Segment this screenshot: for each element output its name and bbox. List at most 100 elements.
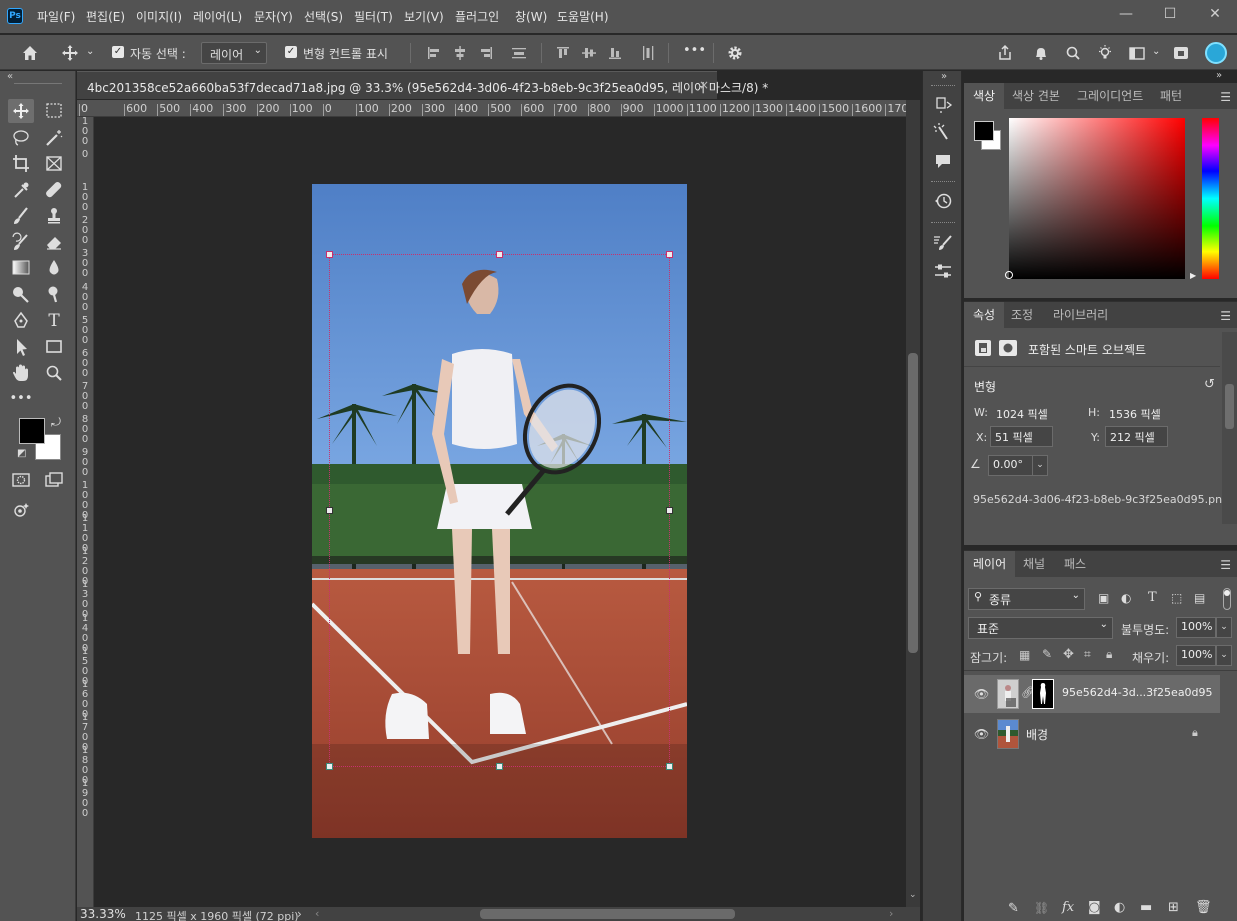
foreground-color-swatch[interactable] (19, 418, 45, 444)
zoom-level[interactable]: 33.33% (80, 907, 126, 921)
properties-sliders-icon[interactable] (931, 259, 955, 283)
reset-transform-icon[interactable]: ↺ (1204, 377, 1215, 392)
blend-mode-dropdown[interactable]: 표준 ⌄ (968, 617, 1113, 639)
blur-tool-icon[interactable] (41, 256, 67, 280)
layer-row[interactable]: 👁︎ 배경 🔒︎ (964, 715, 1220, 753)
align-vertical-center-icon[interactable] (579, 43, 599, 63)
menu-edit[interactable]: 편집(E) (86, 8, 125, 25)
hand-tool-icon[interactable] (8, 361, 34, 385)
crop-tool-icon[interactable] (8, 152, 34, 176)
distribute-icon[interactable] (509, 43, 529, 63)
zoom-search-icon[interactable] (41, 282, 67, 306)
lock-all-icon[interactable]: 🔒︎ (1106, 647, 1112, 662)
eyedropper-tool-icon[interactable] (8, 178, 34, 202)
tab-gradients[interactable]: 그레이디언트 (1068, 83, 1152, 109)
lightbulb-icon[interactable] (1095, 43, 1115, 63)
adjustment-layer-icon[interactable]: ◐ (1114, 900, 1125, 915)
filter-adjustment-icon[interactable]: ◐ (1121, 591, 1131, 605)
transform-handle[interactable] (496, 251, 503, 258)
rectangle-tool-icon[interactable] (41, 335, 67, 359)
menu-image[interactable]: 이미지(I) (136, 8, 182, 25)
panel-menu-icon[interactable]: ☰ (1220, 309, 1231, 323)
lock-transparent-pixels-icon[interactable]: ▦ (1019, 648, 1030, 662)
tab-patterns[interactable]: 패턴 (1151, 83, 1191, 109)
collapse-icon[interactable]: « (7, 71, 13, 82)
width-value[interactable]: 1024 픽셀 (996, 406, 1048, 422)
transform-handle[interactable] (326, 763, 333, 770)
eraser-tool-icon[interactable] (41, 230, 67, 254)
y-position-input[interactable]: 212 픽셀 (1105, 426, 1168, 447)
scroll-right-icon[interactable]: › (889, 907, 893, 920)
menu-view[interactable]: 보기(V) (404, 8, 444, 25)
fill-dropdown-icon[interactable]: ⌄ (1216, 645, 1232, 666)
layer-effects-icon[interactable]: fx (1062, 900, 1074, 915)
angle-dropdown-icon[interactable]: ⌄ (1032, 455, 1048, 476)
screen-mode-icon[interactable] (41, 468, 67, 492)
brush-link-icon[interactable]: ✎ (1008, 901, 1019, 916)
menu-type[interactable]: 문자(Y) (254, 8, 293, 25)
transform-handle[interactable] (326, 251, 333, 258)
height-value[interactable]: 1536 픽셀 (1109, 406, 1161, 422)
marquee-tool-icon[interactable] (41, 99, 67, 123)
menu-help[interactable]: 도움말(H) (557, 8, 609, 25)
tab-libraries[interactable]: 라이브러리 (1044, 302, 1117, 328)
status-menu-arrow-icon[interactable]: › (297, 907, 302, 921)
tool-preset-chevron-icon[interactable]: ⌄ (86, 46, 94, 57)
layer-name[interactable]: 배경 (1026, 726, 1048, 743)
path-selection-tool-icon[interactable] (8, 335, 34, 359)
dodge-tool-icon[interactable] (8, 282, 34, 306)
document-tab[interactable]: 4bc201358ce52a660ba53f7decad71a8.jpg @ 3… (77, 71, 768, 99)
filter-pixel-icon[interactable]: ▣ (1098, 591, 1109, 605)
new-layer-icon[interactable]: ⊞ (1168, 900, 1179, 915)
visibility-eye-icon[interactable]: 👁︎ (974, 727, 989, 741)
foreground-color-swatch[interactable] (974, 121, 994, 141)
magic-wand-tool-icon[interactable] (41, 126, 67, 150)
generative-fill-icon[interactable] (8, 498, 34, 522)
new-group-icon[interactable]: ▬ (1140, 900, 1152, 915)
tab-paths[interactable]: 패스 (1055, 551, 1095, 577)
default-colors-icon[interactable]: ◩ (17, 448, 26, 459)
align-left-icon[interactable] (424, 43, 444, 63)
canvas-area[interactable] (94, 117, 906, 907)
show-transform-controls-checkbox[interactable]: ✓ (285, 46, 297, 58)
gear-icon[interactable] (725, 43, 745, 63)
lock-artboard-icon[interactable]: ⌗ (1084, 647, 1091, 662)
layer-mask-thumbnail[interactable] (1032, 679, 1054, 709)
hue-slider[interactable] (1202, 118, 1219, 279)
type-tool-icon[interactable]: T (41, 309, 67, 333)
transform-handle[interactable] (666, 763, 673, 770)
close-document-button[interactable]: × (699, 78, 709, 92)
add-mask-icon[interactable]: ◙ (1088, 900, 1101, 915)
transform-bounding-box[interactable] (329, 254, 670, 767)
ruler-horizontal[interactable]: 0 600 500 400 300 200 100 0 100 200 300 400 500 600 70… (77, 100, 906, 117)
layer-name[interactable]: 95e562d4-3d...3f25ea0d95 (1062, 686, 1213, 699)
edit-toolbar-button[interactable]: ••• (8, 387, 34, 411)
tab-color[interactable]: 색상 (964, 83, 1005, 109)
workspace-chevron-icon[interactable]: ⌄ (1152, 46, 1160, 57)
vertical-scrollbar[interactable]: ⌄ (906, 100, 920, 907)
history-states-icon[interactable] (931, 93, 955, 117)
tab-channels[interactable]: 채널 (1014, 551, 1054, 577)
horizontal-scroll-thumb[interactable] (480, 909, 735, 919)
maximize-button[interactable]: ☐ (1155, 4, 1185, 24)
auto-select-target-dropdown[interactable]: 레이어 ⌄ (201, 42, 267, 64)
align-horizontal-center-icon[interactable] (450, 43, 470, 63)
lock-position-icon[interactable]: ✥ (1063, 647, 1074, 662)
auto-select-checkbox[interactable]: ✓ (112, 46, 124, 58)
expand-icon[interactable]: » (941, 71, 947, 82)
align-right-icon[interactable] (476, 43, 496, 63)
bell-icon[interactable] (1031, 43, 1051, 63)
menu-filter[interactable]: 필터(T) (354, 8, 393, 25)
move-tool-icon[interactable] (60, 43, 80, 63)
menu-layer[interactable]: 레이어(L) (193, 8, 242, 25)
align-bottom-icon[interactable] (605, 43, 625, 63)
healing-brush-tool-icon[interactable] (41, 178, 67, 202)
zoom-tool-icon[interactable] (41, 361, 67, 385)
search-icon[interactable] (1063, 43, 1083, 63)
lasso-tool-icon[interactable] (8, 126, 34, 150)
scroll-down-icon[interactable]: ⌄ (909, 890, 917, 900)
transform-handle[interactable] (326, 507, 333, 514)
transform-handle[interactable] (496, 763, 503, 770)
history-brush-tool-icon[interactable] (8, 230, 34, 254)
menu-window[interactable]: 창(W) (515, 8, 547, 25)
